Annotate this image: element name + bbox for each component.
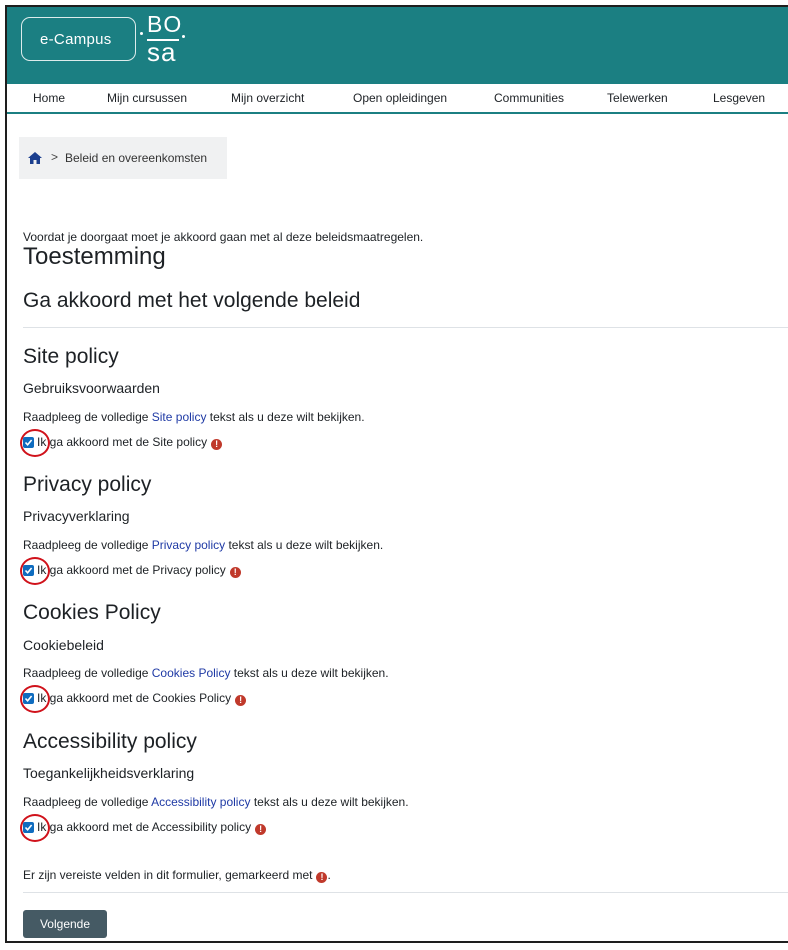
checkbox-label-text: Ik ga akkoord met de Accessibility polic…	[37, 820, 252, 834]
policy-link-accessibility[interactable]: Accessibility policy	[151, 795, 250, 809]
nav-item-mijn-cursussen[interactable]: Mijn cursussen	[107, 91, 187, 105]
read-prefix: Raadpleeg de volledige	[23, 538, 152, 552]
policy-title: Site policy	[23, 345, 119, 368]
required-icon: !	[316, 872, 328, 883]
required-icon: !	[255, 824, 267, 835]
policy-link-site[interactable]: Site policy	[152, 410, 207, 424]
policy-link-cookies[interactable]: Cookies Policy	[152, 666, 231, 680]
required-icon: !	[211, 439, 223, 450]
checkbox-label-text: Ik ga akkoord met de Site policy	[37, 435, 208, 449]
read-suffix: tekst als u deze wilt bekijken.	[206, 410, 365, 424]
next-button[interactable]: Volgende	[23, 910, 107, 938]
home-icon[interactable]	[28, 152, 42, 164]
policy-link-privacy[interactable]: Privacy policy	[152, 538, 225, 552]
read-prefix: Raadpleeg de volledige	[23, 410, 152, 424]
checkbox-label-text: Ik ga akkoord met de Privacy policy	[37, 563, 226, 577]
required-note-end: .	[327, 868, 331, 882]
policy-subtitle: Toegankelijkheidsverklaring	[23, 765, 195, 781]
logo-dot	[182, 35, 185, 38]
annotation-circle	[20, 557, 50, 585]
nav-item-home[interactable]: Home	[33, 91, 65, 105]
policy-read-text: Raadpleeg de volledige Cookies Policy te…	[23, 666, 389, 680]
page-title: Toestemming	[23, 243, 166, 270]
read-prefix: Raadpleeg de volledige	[23, 795, 152, 809]
policy-read-text: Raadpleeg de volledige Site policy tekst…	[23, 410, 365, 424]
annotation-circle	[20, 814, 50, 842]
policy-subtitle: Privacyverklaring	[23, 508, 130, 524]
nav-item-lesgeven[interactable]: Lesgeven	[713, 91, 765, 105]
logo-bottom-text: sa	[147, 37, 177, 67]
checkbox-label: Ik ga akkoord met de Privacy policy!	[37, 563, 241, 578]
checkbox-label: Ik ga akkoord met de Accessibility polic…	[37, 820, 267, 835]
policy-subtitle: Cookiebeleid	[23, 637, 104, 653]
policy-title: Cookies Policy	[23, 601, 161, 624]
nav-item-mijn-overzicht[interactable]: Mijn overzicht	[231, 91, 304, 105]
logo-top-text: BO	[147, 11, 183, 37]
required-fields-note: Er zijn vereiste velden in dit formulier…	[23, 868, 331, 883]
policy-title: Privacy policy	[23, 473, 152, 496]
required-note-text: Er zijn vereiste velden in dit formulier…	[23, 868, 313, 882]
policy-read-text: Raadpleeg de volledige Privacy policy te…	[23, 538, 383, 552]
top-header: e-Campus BO sa	[7, 7, 788, 84]
required-icon: !	[229, 567, 241, 578]
policy-read-text: Raadpleeg de volledige Accessibility pol…	[23, 795, 409, 809]
read-prefix: Raadpleeg de volledige	[23, 666, 152, 680]
required-icon: !	[235, 695, 247, 706]
brand-label: e-Campus	[40, 31, 112, 48]
nav-item-open-opleidingen[interactable]: Open opleidingen	[353, 91, 447, 105]
checkbox-label: Ik ga akkoord met de Cookies Policy!	[37, 691, 247, 706]
main-nav: Home Mijn cursussen Mijn overzicht Open …	[7, 84, 788, 114]
brand-button[interactable]: e-Campus	[21, 17, 136, 61]
checkbox-label-text: Ik ga akkoord met de Cookies Policy	[37, 691, 232, 705]
policy-subtitle: Gebruiksvoorwaarden	[23, 380, 160, 396]
intro-text: Voordat je doorgaat moet je akkoord gaan…	[23, 230, 424, 244]
bosa-logo: BO sa	[137, 11, 197, 67]
read-suffix: tekst als u deze wilt bekijken.	[225, 538, 384, 552]
logo-dot	[140, 32, 143, 35]
annotation-circle	[20, 429, 50, 457]
read-suffix: tekst als u deze wilt bekijken.	[230, 666, 389, 680]
nav-item-communities[interactable]: Communities	[494, 91, 564, 105]
section-heading: Ga akkoord met het volgende beleid	[23, 289, 361, 312]
divider	[23, 892, 788, 893]
checkbox-label: Ik ga akkoord met de Site policy!	[37, 435, 223, 450]
annotation-circle	[20, 685, 50, 713]
nav-item-telewerken[interactable]: Telewerken	[607, 91, 668, 105]
divider	[23, 327, 788, 328]
breadcrumb-separator: >	[51, 150, 59, 164]
read-suffix: tekst als u deze wilt bekijken.	[250, 795, 409, 809]
page-frame: e-Campus BO sa Home Mijn cursussen Mijn …	[5, 5, 788, 943]
breadcrumb-current: Beleid en overeenkomsten	[65, 151, 208, 165]
policy-title: Accessibility policy	[23, 730, 197, 753]
breadcrumb: > Beleid en overeenkomsten	[19, 137, 227, 179]
